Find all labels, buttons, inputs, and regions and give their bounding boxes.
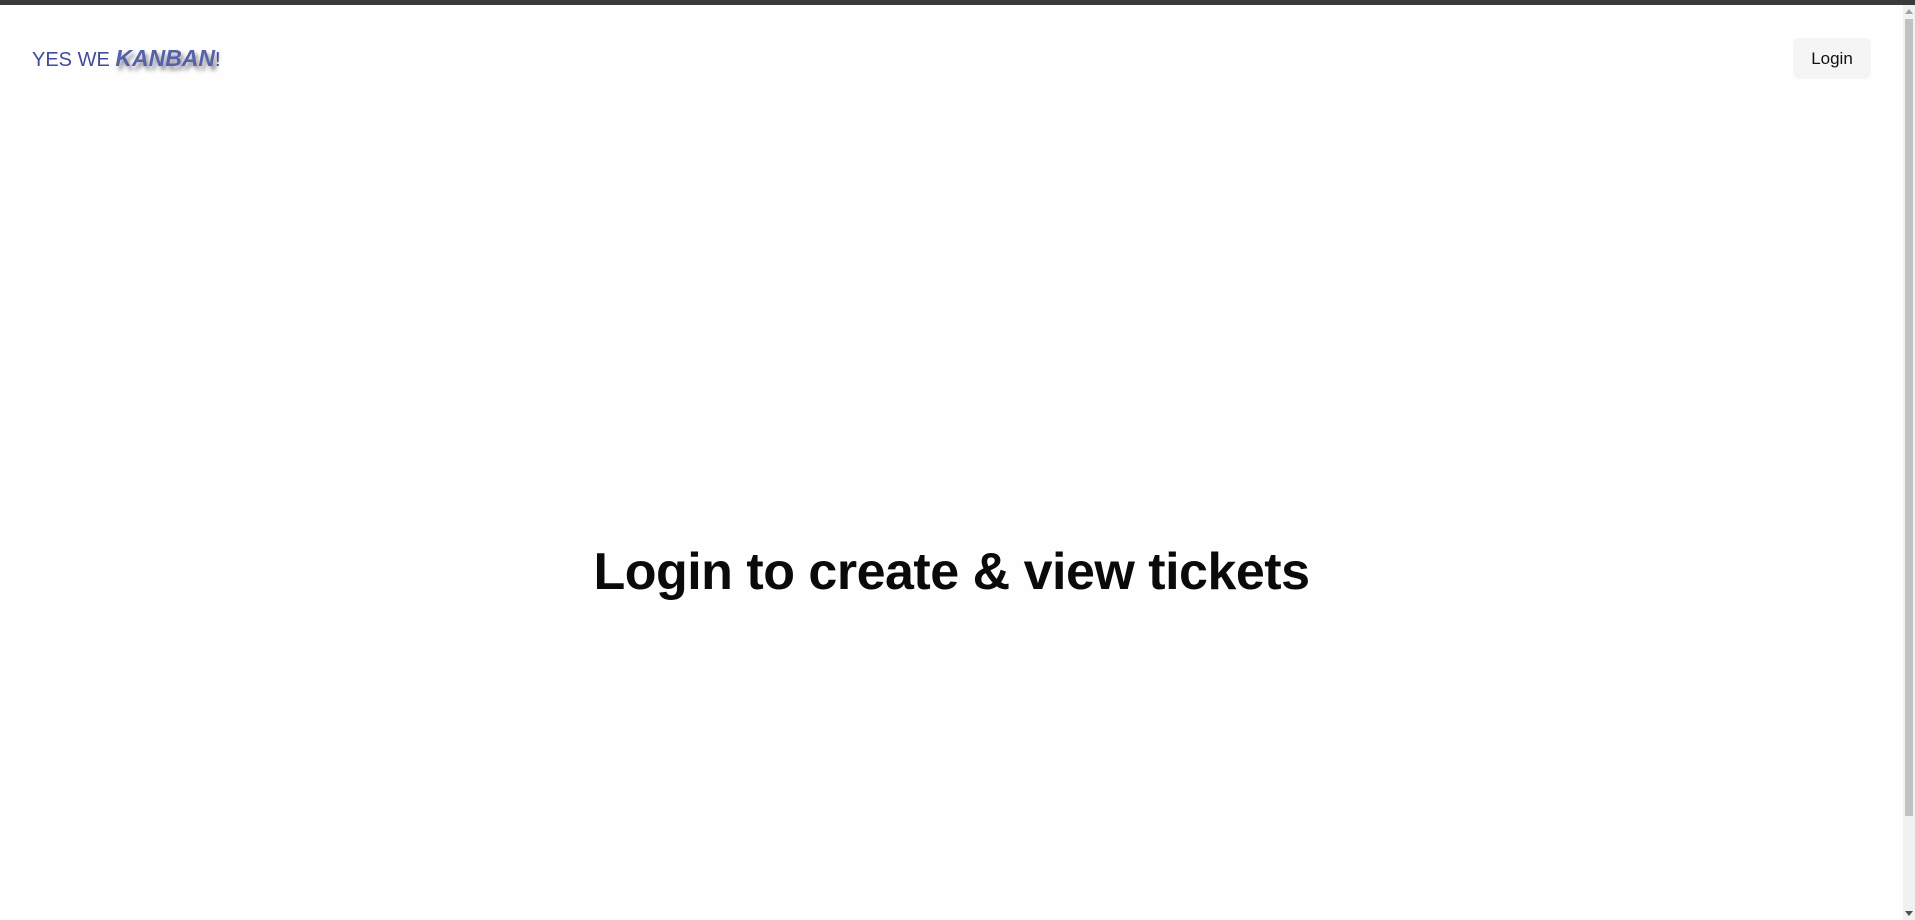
brand-prefix: YES WE [32, 49, 116, 71]
login-button[interactable]: Login [1793, 38, 1871, 79]
scrollbar-thumb[interactable] [1905, 19, 1913, 816]
brand-emphasis: KANBAN [115, 45, 216, 71]
page-headline: Login to create & view tickets [593, 543, 1310, 601]
navbar: YES WE KANBAN! Login [0, 5, 1903, 111]
scroll-up-arrow-icon[interactable] [1905, 9, 1913, 14]
brand-suffix: ! [215, 49, 221, 71]
vertical-scrollbar[interactable] [1903, 5, 1915, 920]
scroll-down-arrow-icon[interactable] [1905, 911, 1913, 916]
page-viewport: YES WE KANBAN! Login Login to create & v… [0, 5, 1903, 920]
brand-logo-link[interactable]: YES WE KANBAN! [32, 45, 221, 72]
